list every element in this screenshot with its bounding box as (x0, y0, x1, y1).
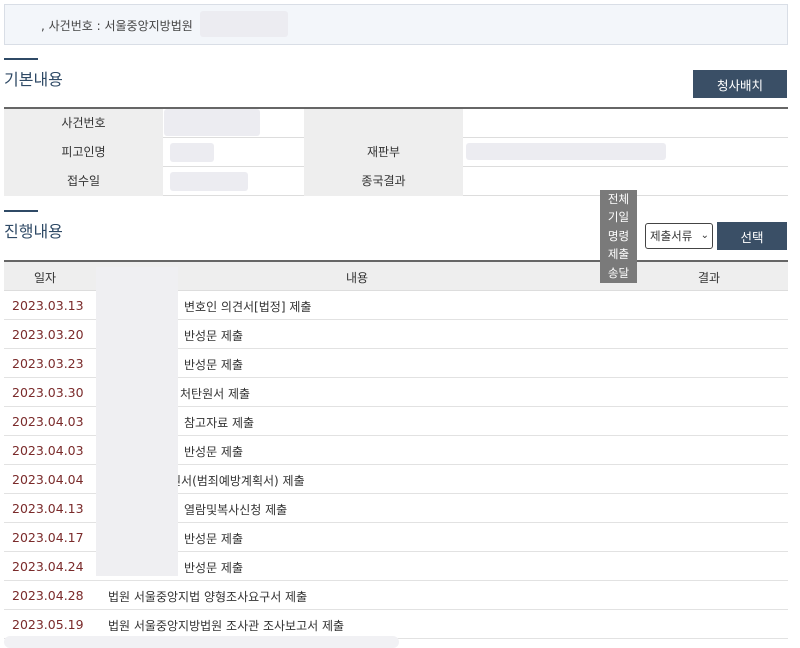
case-number-bar: , 사건번호 : 서울중앙지방법원 (4, 4, 788, 45)
redacted-value (164, 109, 260, 136)
filter-menu: 전체 기일 명령 제출 송달 (600, 190, 637, 283)
filter-option-hearing[interactable]: 기일 (600, 208, 637, 226)
select-button[interactable]: 선택 (717, 222, 787, 250)
row-content: 열람및복사신청 제출 (184, 503, 288, 517)
info-label: 피고인명 (4, 138, 163, 167)
row-content: 처탄원서 제출 (180, 387, 251, 401)
row-content: 법원 서울중앙지방법원 조사관 조사보고서 제출 (108, 619, 345, 633)
row-date: 2023.04.17 (12, 530, 84, 545)
redacted-area (200, 11, 288, 37)
row-date: 2023.03.23 (12, 356, 84, 371)
row-date: 2023.04.04 (12, 472, 84, 487)
redacted-footer (4, 636, 399, 648)
row-content: 반성문 제출 (184, 532, 244, 546)
row-date: 2023.05.19 (12, 617, 84, 632)
row-content: 반성문 제출 (184, 445, 244, 459)
row-date: 2023.03.13 (12, 298, 84, 313)
table-row: 2023.05.19 법원 서울중앙지방법원 조사관 조사보고서 제출 (4, 610, 788, 639)
info-label: 종국결과 (304, 167, 463, 196)
row-date: 2023.04.28 (12, 588, 84, 603)
info-label (304, 109, 463, 138)
section-accent-line (4, 210, 38, 212)
header-content: 내용 (346, 271, 369, 285)
redacted-value (170, 143, 214, 162)
building-map-button[interactable]: 청사배치 (693, 70, 787, 98)
info-row: 피고인명 재판부 (4, 138, 788, 167)
row-date: 2023.04.03 (12, 414, 84, 429)
header-date: 일자 (34, 271, 57, 285)
filter-option-order[interactable]: 명령 (600, 227, 637, 245)
info-row: 사건번호 (4, 109, 788, 138)
row-content: 원서(범죄예방계획서) 제출 (170, 474, 305, 488)
info-row: 접수일 종국결과 (4, 167, 788, 196)
row-content: 반성문 제출 (184, 358, 244, 372)
select-value: 제출서류 (650, 229, 693, 243)
filter-option-submission[interactable]: 제출 (600, 245, 637, 263)
row-date: 2023.04.03 (12, 443, 84, 458)
info-label: 접수일 (4, 167, 163, 196)
row-content: 반성문 제출 (184, 329, 244, 343)
filter-option-delivery[interactable]: 송달 (600, 264, 637, 282)
basic-info-table: 사건번호 피고인명 재판부 접수일 종국결과 (4, 107, 788, 196)
section-accent-line (4, 58, 38, 60)
redacted-column (96, 267, 178, 576)
redacted-value (466, 143, 666, 160)
chevron-down-icon: ⌄ (700, 230, 709, 241)
document-type-select[interactable]: 제출서류 ⌄ (645, 223, 713, 249)
row-content: 반성문 제출 (184, 561, 244, 575)
table-row: 2023.04.28 법원 서울중앙지법 양형조사요구서 제출 (4, 581, 788, 610)
row-date: 2023.04.13 (12, 501, 84, 516)
filter-option-all[interactable]: 전체 (600, 190, 637, 208)
row-content: 참고자료 제출 (184, 416, 255, 430)
row-date: 2023.04.24 (12, 559, 84, 574)
redacted-value (170, 172, 248, 191)
row-date: 2023.03.20 (12, 327, 84, 342)
header-result: 결과 (698, 271, 721, 285)
row-date: 2023.03.30 (12, 385, 84, 400)
row-content: 변호인 의견서[법정] 제출 (184, 300, 312, 314)
info-label: 사건번호 (4, 109, 163, 138)
info-label: 재판부 (304, 138, 463, 167)
basic-info-title: 기본내용 (4, 70, 63, 89)
progress-title: 진행내용 (4, 222, 63, 241)
row-content: 법원 서울중앙지법 양형조사요구서 제출 (108, 590, 308, 604)
case-number-text: , 사건번호 : 서울중앙지방법원 (41, 19, 193, 33)
